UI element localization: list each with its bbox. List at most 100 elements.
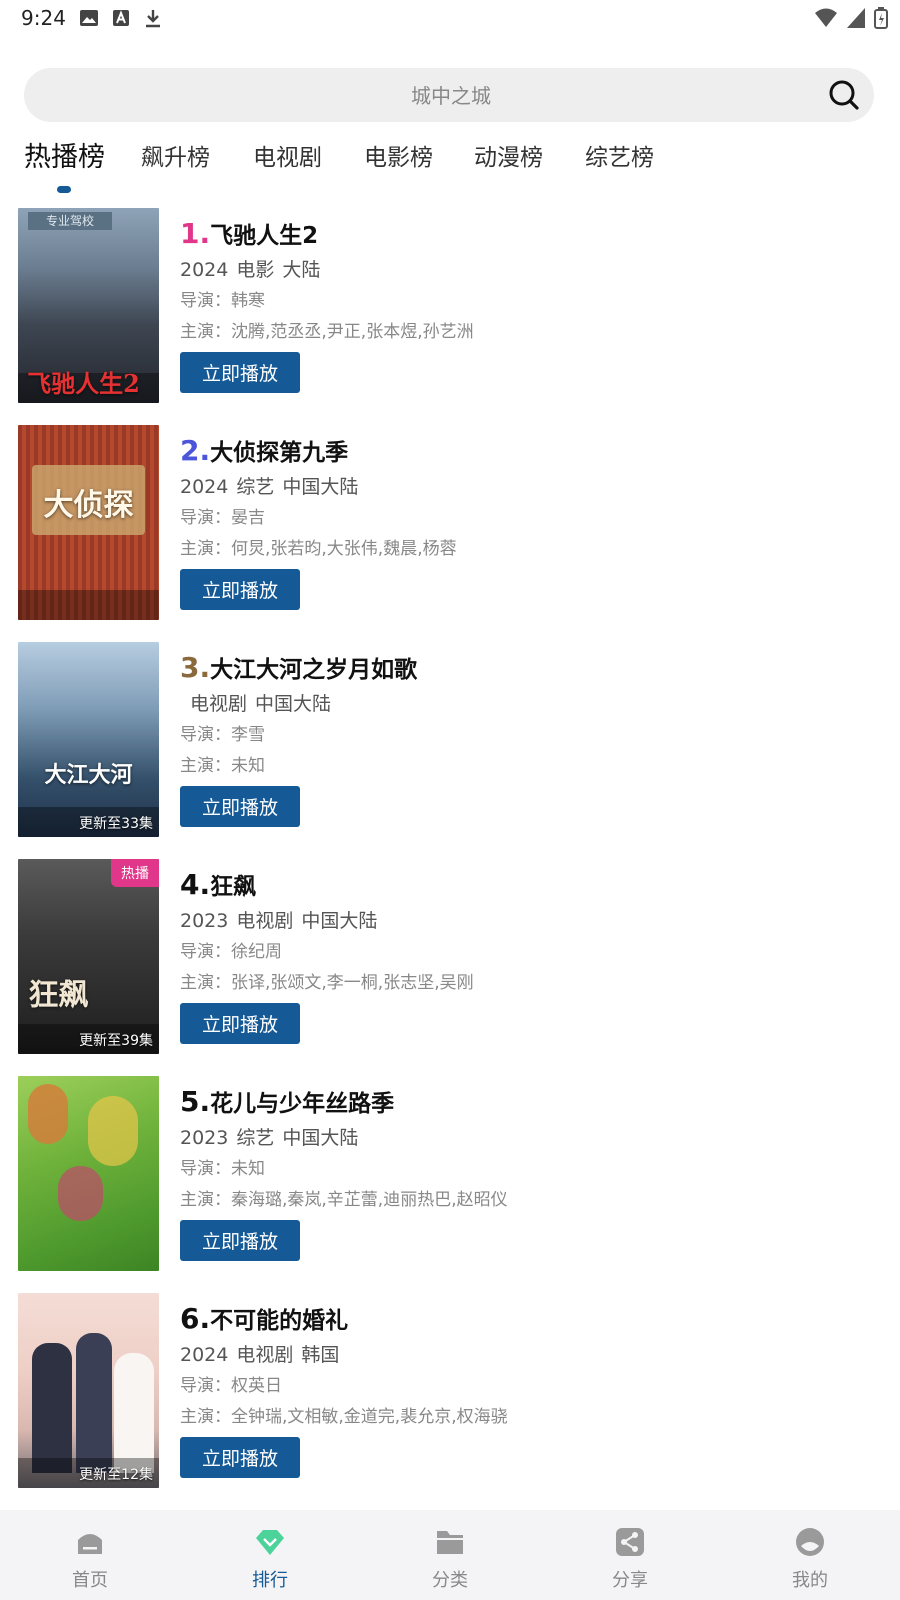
item-info: 1.飞驰人生2 2024 电影 大陆 导演：韩寒 主演：沈腾,范丞丞,尹正,张本煜,… — [180, 216, 880, 393]
poster-title: 大江大河 — [44, 762, 133, 788]
item-region: 中国大陆 — [255, 693, 332, 715]
play-now-button[interactable]: 立即播放 — [180, 352, 300, 393]
nav-home[interactable]: 首页 — [40, 1510, 140, 1600]
item-title[interactable]: 飞驰人生2 — [210, 223, 318, 249]
search-bar[interactable] — [24, 68, 878, 124]
play-now-button[interactable]: 立即播放 — [180, 1003, 300, 1044]
poster-image[interactable] — [18, 1076, 159, 1271]
status-right-icons — [814, 7, 888, 29]
director-name: 晏吉 — [231, 508, 265, 528]
cast-names: 未知 — [231, 756, 265, 776]
ranking-tabs: 热播榜 飙升榜 电视剧 电影榜 动漫榜 综艺榜 — [0, 138, 900, 198]
tab-rising[interactable]: 飙升榜 — [141, 138, 210, 172]
item-info: 5.花儿与少年丝路季 2023 综艺 中国大陆 导演：未知 主演：秦海璐,秦岚,辛芷… — [180, 1084, 880, 1261]
item-cast: 主演：沈腾,范丞丞,尹正,张本煜,孙艺洲 — [180, 317, 880, 348]
item-title[interactable]: 狂飙 — [210, 874, 256, 900]
nav-label: 分类 — [432, 1570, 468, 1591]
rank-number: 4. — [180, 868, 211, 901]
item-director: 导演：徐纪周 — [180, 937, 880, 968]
play-now-button[interactable]: 立即播放 — [180, 569, 300, 610]
nav-label: 排行 — [252, 1570, 288, 1591]
item-region: 中国大陆 — [301, 910, 378, 932]
nav-category[interactable]: 分类 — [400, 1510, 500, 1600]
share-icon — [616, 1528, 644, 1556]
status-time: 9:24 — [21, 6, 66, 30]
item-type: 综艺 — [236, 476, 275, 498]
poster-figure — [58, 1166, 103, 1221]
item-type: 电视剧 — [236, 910, 294, 932]
item-region: 大陆 — [282, 259, 321, 281]
list-item[interactable]: 大侦探 2.大侦探第九季 2024 综艺 中国大陆 导演：晏吉 主演：何炅,张若昀,… — [0, 425, 900, 621]
nav-share[interactable]: 分享 — [580, 1510, 680, 1600]
item-title-row: 1.飞驰人生2 — [180, 216, 880, 252]
hot-badge: 热播 — [111, 859, 159, 887]
item-director: 导演：未知 — [180, 1154, 880, 1185]
rank-number: 5. — [180, 1085, 211, 1118]
list-item[interactable]: 大江大河 更新至33集 3.大江大河之岁月如歌 电视剧 中国大陆 导演：李雪 主演… — [0, 642, 900, 838]
cast-names: 何炅,张若昀,大张伟,魏晨,杨蓉 — [231, 539, 457, 559]
play-now-button[interactable]: 立即播放 — [180, 1220, 300, 1261]
wifi-icon — [815, 8, 837, 27]
tab-movie[interactable]: 电影榜 — [364, 138, 433, 172]
play-now-button[interactable]: 立即播放 — [180, 786, 300, 827]
item-info: 6.不可能的婚礼 2024 电视剧 韩国 导演：权英日 主演：全钟瑞,文相敏,金道完… — [180, 1301, 880, 1478]
play-now-button[interactable]: 立即播放 — [180, 1437, 300, 1478]
item-title-row: 4.狂飙 — [180, 867, 880, 903]
poster-image[interactable]: 大江大河 更新至33集 — [18, 642, 159, 837]
nav-profile[interactable]: 我的 — [760, 1510, 860, 1600]
rank-number: 1. — [180, 217, 211, 250]
profile-icon — [796, 1528, 824, 1556]
font-icon — [113, 10, 129, 26]
director-name: 徐纪周 — [231, 942, 282, 962]
item-type: 综艺 — [236, 1127, 275, 1149]
list-item[interactable]: 更新至12集 6.不可能的婚礼 2024 电视剧 韩国 导演：权英日 主演：全钟瑞,… — [0, 1293, 900, 1489]
item-meta: 2023 电视剧 中国大陆 — [180, 905, 880, 937]
tab-tv[interactable]: 电视剧 — [253, 138, 322, 172]
status-bar: 9:24 — [0, 0, 900, 40]
poster-image[interactable]: 更新至12集 — [18, 1293, 159, 1488]
tab-anime[interactable]: 动漫榜 — [474, 138, 543, 172]
item-title-row: 5.花儿与少年丝路季 — [180, 1084, 880, 1120]
poster-title: 飞驰人生2 — [27, 369, 140, 398]
list-item[interactable]: 热播 狂飙 更新至39集 4.狂飙 2023 电视剧 中国大陆 导演：徐纪周 主演：… — [0, 859, 900, 1055]
item-year: 2024 — [180, 1344, 229, 1366]
item-year: 2023 — [180, 1127, 229, 1149]
item-meta: 电视剧 中国大陆 — [180, 688, 880, 720]
tab-indicator — [57, 186, 71, 193]
item-title[interactable]: 大侦探第九季 — [210, 440, 348, 466]
poster-figure — [114, 1353, 154, 1473]
cast-label: 主演： — [180, 539, 231, 559]
tab-hot[interactable]: 热播榜 — [24, 135, 105, 174]
item-title[interactable]: 大江大河之岁月如歌 — [210, 657, 417, 683]
poster-sign: 专业驾校 — [28, 212, 112, 230]
search-input[interactable] — [24, 68, 878, 124]
list-item[interactable]: 专业驾校 飞驰人生2 1.飞驰人生2 2024 电影 大陆 导演：韩寒 主演：沈腾,… — [0, 208, 900, 404]
item-cast: 主演：何炅,张若昀,大张伟,魏晨,杨蓉 — [180, 534, 880, 565]
poster-title: 大侦探 — [43, 488, 134, 523]
poster-shade — [18, 590, 159, 620]
search-icon[interactable] — [828, 79, 860, 111]
item-title[interactable]: 花儿与少年丝路季 — [210, 1091, 394, 1117]
poster-figure — [32, 1343, 72, 1473]
item-title[interactable]: 不可能的婚礼 — [210, 1308, 348, 1334]
tab-variety[interactable]: 综艺榜 — [585, 138, 654, 172]
poster-figure — [88, 1096, 138, 1166]
poster-image[interactable]: 专业驾校 飞驰人生2 — [18, 208, 159, 403]
item-meta: 2023 综艺 中国大陆 — [180, 1122, 880, 1154]
rank-number: 3. — [180, 651, 211, 684]
item-cast: 主演：未知 — [180, 751, 880, 782]
item-region: 韩国 — [301, 1344, 340, 1366]
poster-image[interactable]: 大侦探 — [18, 425, 159, 620]
cast-names: 张译,张颂文,李一桐,张志坚,吴刚 — [231, 973, 474, 993]
director-name: 李雪 — [231, 725, 265, 745]
item-meta: 2024 综艺 中国大陆 — [180, 471, 880, 503]
poster-image[interactable]: 热播 狂飙 更新至39集 — [18, 859, 159, 1054]
nav-ranking[interactable]: 排行 — [220, 1510, 320, 1600]
item-info: 2.大侦探第九季 2024 综艺 中国大陆 导演：晏吉 主演：何炅,张若昀,大张伟,… — [180, 433, 880, 610]
item-year: 2024 — [180, 476, 229, 498]
item-cast: 主演：秦海璐,秦岚,辛芷蕾,迪丽热巴,赵昭仪 — [180, 1185, 880, 1216]
update-label: 更新至33集 — [79, 816, 153, 832]
director-label: 导演： — [180, 1159, 231, 1179]
cast-label: 主演： — [180, 973, 231, 993]
list-item[interactable]: 5.花儿与少年丝路季 2023 综艺 中国大陆 导演：未知 主演：秦海璐,秦岚,辛芷… — [0, 1076, 900, 1272]
